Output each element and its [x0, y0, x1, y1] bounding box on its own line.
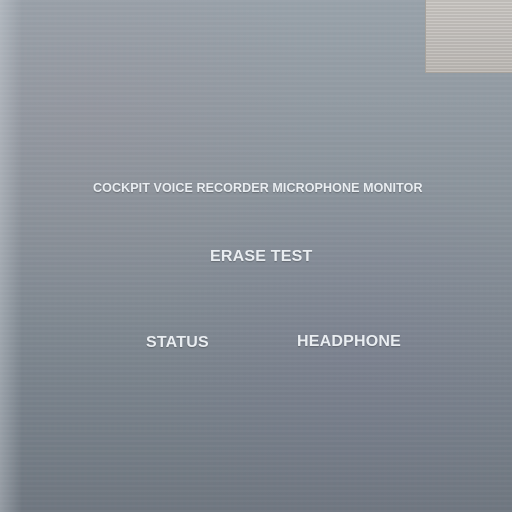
panel-title: COCKPIT VOICE RECORDER MICROPHONE MONITO… — [93, 181, 423, 195]
corner-thumbnail-plate — [425, 0, 512, 73]
panel-left-edge — [0, 0, 22, 512]
headphone-jack-label[interactable]: HEADPHONE — [297, 333, 401, 351]
erase-test-button[interactable]: ERASE TEST — [210, 248, 312, 266]
status-label: STATUS — [146, 334, 209, 351]
cvr-monitor-panel: COCKPIT VOICE RECORDER MICROPHONE MONITO… — [0, 0, 512, 512]
